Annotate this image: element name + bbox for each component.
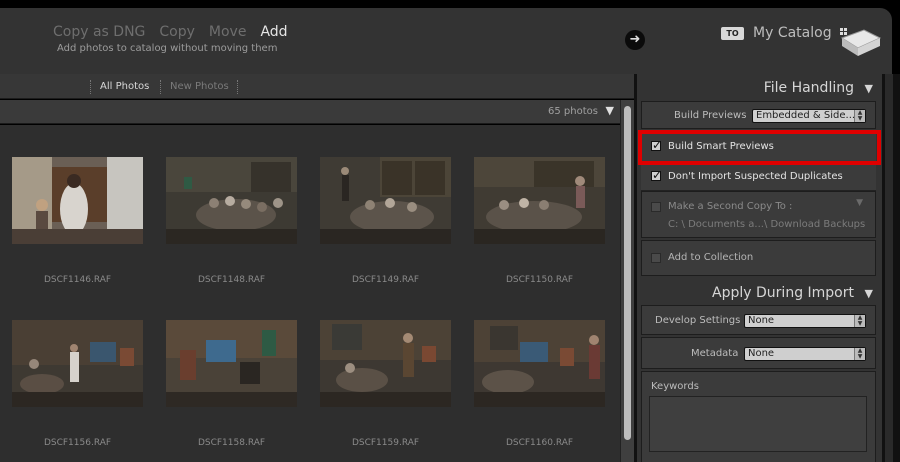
develop-settings-select[interactable]: None ▲ ▼ — [744, 314, 866, 328]
photo-count: 65 photos — [548, 106, 598, 117]
collapse-triangle-icon[interactable]: ▼ — [865, 82, 873, 95]
filter-bar: All Photos New Photos — [0, 74, 634, 99]
develop-settings-label: Develop Settings — [655, 315, 741, 326]
photo-filename: DSCF1149.RAF — [351, 275, 420, 285]
photo-cell[interactable]: DSCF1149.RAF — [320, 157, 474, 317]
grid-scrollbar[interactable] — [620, 100, 634, 462]
photo-filename: DSCF1160.RAF — [505, 438, 574, 448]
import-header: Copy as DNG Copy Move Add Add photos to … — [0, 0, 900, 74]
to-badge: TO — [721, 27, 744, 40]
catalog-name[interactable]: My Catalog — [753, 25, 832, 41]
photo-thumbnail[interactable] — [320, 157, 451, 244]
add-to-collection-label[interactable]: Add to Collection — [668, 252, 753, 263]
develop-settings-value: None — [748, 315, 775, 326]
filter-separator — [237, 80, 238, 94]
second-copy-row: Make a Second Copy To : ▼ C: \ Documents… — [641, 191, 876, 238]
build-previews-label: Build Previews — [674, 110, 747, 121]
mode-copy[interactable]: Copy — [159, 24, 195, 40]
photo-thumbnail[interactable] — [474, 320, 605, 407]
dont-import-duplicates-label[interactable]: Don't Import Suspected Duplicates — [668, 171, 843, 182]
hard-drive-icon[interactable] — [838, 26, 882, 60]
second-copy-path[interactable]: C: \ Documents a...\ Download Backups — [668, 219, 865, 230]
photo-grid: DSCF1146.RAF DSCF1148.RAF DSCF1149.RAF D… — [0, 125, 620, 462]
mode-add[interactable]: Add — [260, 24, 287, 40]
panel-scrollbar[interactable] — [882, 74, 900, 462]
photo-thumbnail[interactable] — [166, 157, 297, 244]
checkmark-icon: ✓ — [652, 168, 663, 182]
photo-thumbnail[interactable] — [474, 157, 605, 244]
photo-filename: DSCF1159.RAF — [351, 438, 420, 448]
photo-cell[interactable]: DSCF1159.RAF — [320, 320, 474, 462]
add-to-collection-row: Add to Collection — [641, 240, 876, 276]
photo-cell[interactable]: DSCF1148.RAF — [166, 157, 320, 317]
photo-cell[interactable]: DSCF1150.RAF — [474, 157, 628, 317]
photo-cell[interactable]: DSCF1158.RAF — [166, 320, 320, 462]
build-previews-value: Embedded & Side... — [756, 110, 856, 121]
develop-settings-row: Develop Settings None ▲ ▼ — [641, 305, 876, 335]
photo-filename: DSCF1146.RAF — [43, 275, 112, 285]
build-previews-row: Build Previews Embedded & Side... ▲ ▼ — [641, 101, 876, 129]
import-header-panel — [0, 8, 892, 74]
grid-header: 65 photos ▼ — [0, 100, 620, 124]
metadata-row: Metadata None ▲ ▼ — [641, 337, 876, 369]
dont-import-duplicates-checkbox[interactable]: ✓ — [651, 168, 663, 182]
mode-description: Add photos to catalog without moving the… — [57, 43, 278, 54]
filter-new-photos[interactable]: New Photos — [170, 81, 229, 92]
second-copy-label[interactable]: Make a Second Copy To : — [668, 201, 792, 212]
dropdown-triangle-icon[interactable]: ▼ — [856, 198, 863, 208]
photo-cell[interactable]: DSCF1156.RAF — [12, 320, 166, 462]
keywords-input[interactable] — [649, 396, 867, 452]
file-handling-title[interactable]: File Handling — [764, 80, 854, 96]
second-copy-checkbox[interactable] — [651, 202, 661, 212]
photo-thumbnail[interactable] — [12, 320, 143, 407]
spinner-icon: ▲ ▼ — [854, 315, 865, 327]
arrow-right-icon[interactable]: ➜ — [625, 30, 645, 50]
photo-filename: DSCF1150.RAF — [505, 275, 574, 285]
metadata-select[interactable]: None ▲ ▼ — [744, 347, 866, 361]
filter-separator — [160, 80, 161, 94]
apply-during-import-title[interactable]: Apply During Import — [712, 285, 854, 301]
add-to-collection-checkbox[interactable] — [651, 253, 661, 263]
metadata-value: None — [748, 348, 775, 359]
panel-scrollbar-track[interactable] — [885, 74, 893, 462]
mode-copy-as-dng[interactable]: Copy as DNG — [53, 24, 145, 40]
highlight-box — [638, 130, 881, 165]
build-previews-select[interactable]: Embedded & Side... ▲ ▼ — [752, 109, 866, 123]
photo-thumbnail[interactable] — [12, 157, 143, 244]
spinner-icon: ▲ ▼ — [854, 348, 865, 360]
photo-filename: DSCF1148.RAF — [197, 275, 266, 285]
photo-cell[interactable]: DSCF1160.RAF — [474, 320, 628, 462]
keywords-label: Keywords — [651, 381, 699, 392]
filter-all-photos[interactable]: All Photos — [100, 81, 149, 92]
spinner-icon: ▲ ▼ — [854, 110, 865, 122]
photo-thumbnail[interactable] — [320, 320, 451, 407]
photo-cell[interactable]: DSCF1146.RAF — [12, 157, 166, 317]
sort-dropdown-icon[interactable]: ▼ — [606, 104, 614, 117]
import-mode-selector: Copy as DNG Copy Move Add — [53, 24, 288, 40]
mode-move[interactable]: Move — [209, 24, 247, 40]
metadata-label: Metadata — [691, 348, 739, 359]
photo-filename: DSCF1156.RAF — [43, 438, 112, 448]
photo-thumbnail[interactable] — [166, 320, 297, 407]
filter-separator — [90, 80, 91, 94]
photo-filename: DSCF1158.RAF — [197, 438, 266, 448]
grid-scrollbar-thumb[interactable] — [624, 106, 631, 440]
collapse-triangle-icon[interactable]: ▼ — [865, 287, 873, 300]
